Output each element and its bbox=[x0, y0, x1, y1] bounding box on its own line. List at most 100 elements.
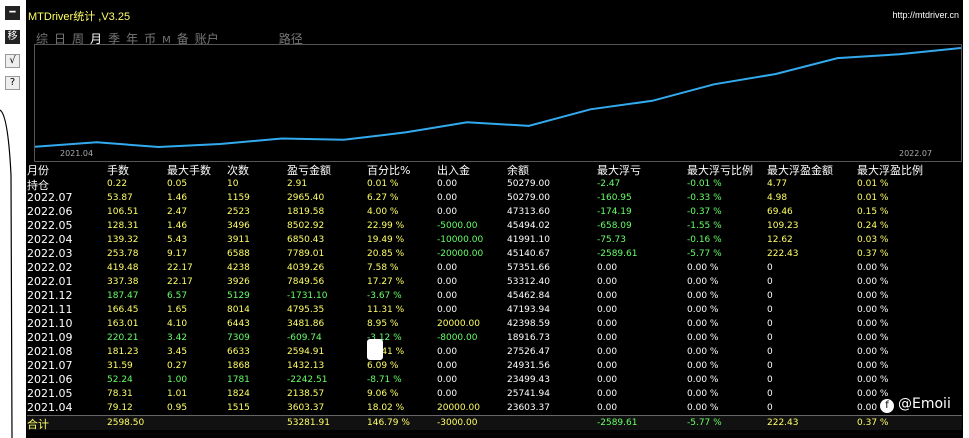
table-cell: 0.00 bbox=[437, 207, 458, 217]
table-cell: 4.98 bbox=[767, 193, 788, 203]
row-label: 2022.05 bbox=[27, 219, 73, 232]
website-link[interactable]: http://mtdriver.cn bbox=[892, 10, 959, 20]
table-cell: 222.43 bbox=[767, 249, 799, 259]
table-cell: -3000.00 bbox=[437, 418, 478, 428]
table-cell: 0.01 % bbox=[857, 179, 889, 189]
row-label: 2021.07 bbox=[27, 359, 73, 372]
table-cell: 19.49 % bbox=[367, 235, 405, 245]
table-cell: 0.00 bbox=[597, 263, 618, 273]
table-cell: 52.24 bbox=[107, 375, 133, 385]
table-cell: -8000.00 bbox=[437, 333, 478, 343]
table-cell: 18916.73 bbox=[507, 333, 550, 343]
table-cell: 0 bbox=[767, 347, 773, 357]
minimize-button[interactable]: ━ bbox=[5, 6, 20, 20]
column-header[interactable]: 盈亏金额 bbox=[287, 162, 331, 178]
table-cell: 0.15 % bbox=[857, 207, 889, 217]
table-row: 2022.02 419.48 22.17 4238 4039.26 7.58 % 0.00 5… bbox=[27, 261, 962, 275]
table-cell: 0.00 % bbox=[687, 347, 719, 357]
background-chart-line bbox=[0, 109, 13, 438]
table-cell: 0.00 % bbox=[687, 277, 719, 287]
table-cell: 6.27 % bbox=[367, 193, 399, 203]
table-cell: 25741.94 bbox=[507, 389, 550, 399]
table-cell: 5.43 bbox=[167, 235, 188, 245]
row-label: 2022.03 bbox=[27, 247, 73, 260]
table-cell: 47313.60 bbox=[507, 207, 550, 217]
table-cell: 0.00 % bbox=[687, 375, 719, 385]
table-cell: -5.77 % bbox=[687, 418, 722, 428]
table-cell: 187.47 bbox=[107, 291, 139, 301]
table-cell: 0.00 % bbox=[857, 277, 889, 287]
column-header[interactable]: 次数 bbox=[227, 162, 249, 178]
table-cell: 24931.56 bbox=[507, 361, 550, 371]
table-cell: 8014 bbox=[227, 305, 250, 315]
column-header[interactable]: 最大浮盈比例 bbox=[857, 162, 923, 178]
column-header[interactable]: 月份 bbox=[27, 162, 49, 178]
table-row: 2021.11 166.45 1.65 8014 4795.35 11.31 % 0.00 4… bbox=[27, 303, 962, 317]
table-cell: 3481.86 bbox=[287, 319, 325, 329]
row-label: 2021.08 bbox=[27, 345, 73, 358]
table-row: 2021.05 78.31 1.01 1824 2138.57 9.06 % 0.00 257… bbox=[27, 387, 962, 401]
table-cell: 6850.43 bbox=[287, 235, 325, 245]
table-cell: 0.00 % bbox=[687, 319, 719, 329]
table-cell: 419.48 bbox=[107, 263, 139, 273]
table-cell: 27526.47 bbox=[507, 347, 550, 357]
table-cell: 253.78 bbox=[107, 249, 139, 259]
row-label: 2021.06 bbox=[27, 373, 73, 386]
column-header[interactable]: 最大浮亏 bbox=[597, 162, 641, 178]
table-cell: 3.42 bbox=[167, 333, 188, 343]
column-header[interactable]: 手数 bbox=[107, 162, 129, 178]
table-cell: 22.99 % bbox=[367, 221, 405, 231]
row-label: 2021.12 bbox=[27, 289, 73, 302]
table-cell: 0.00 bbox=[597, 389, 618, 399]
table-cell: 6.57 bbox=[167, 291, 188, 301]
table-cell: 337.38 bbox=[107, 277, 139, 287]
table-cell: 0.00 bbox=[437, 361, 458, 371]
table-cell: -10000.00 bbox=[437, 235, 484, 245]
table-cell: 6443 bbox=[227, 319, 250, 329]
table-cell: 0.00 bbox=[437, 179, 458, 189]
table-cell: 45140.67 bbox=[507, 249, 550, 259]
table-cell: 1432.13 bbox=[287, 361, 325, 371]
table-cell: 0 bbox=[767, 319, 773, 329]
column-header[interactable]: 最大手数 bbox=[167, 162, 211, 178]
table-cell: 0.05 bbox=[167, 179, 188, 189]
table-cell: 0 bbox=[767, 389, 773, 399]
table-cell: -20000.00 bbox=[437, 249, 484, 259]
table-cell: -2589.61 bbox=[597, 418, 638, 428]
table-cell: 2965.40 bbox=[287, 193, 325, 203]
column-header[interactable]: 最大浮盈金额 bbox=[767, 162, 833, 178]
table-cell: -5000.00 bbox=[437, 221, 478, 231]
table-cell: 11.31 % bbox=[367, 305, 405, 315]
table-cell: 0.00 bbox=[597, 277, 618, 287]
table-row: 2022.01 337.38 22.17 3926 7849.56 17.27 % 0.00… bbox=[27, 275, 962, 289]
table-cell: 50279.00 bbox=[507, 193, 550, 203]
table-cell: 18.02 % bbox=[367, 403, 405, 413]
table-cell: 128.31 bbox=[107, 221, 139, 231]
table-row: 2021.08 181.23 3.45 6633 2594.91 10.41 % 0.00 2… bbox=[27, 345, 962, 359]
table-cell: -160.95 bbox=[597, 193, 632, 203]
column-header[interactable]: 出入金 bbox=[437, 162, 470, 178]
table-row: 2021.09 220.21 3.42 7309 -609.74 -3.12 % -8000… bbox=[27, 331, 962, 345]
column-header[interactable]: 最大浮亏比例 bbox=[687, 162, 753, 178]
table-cell: 0.00 bbox=[597, 403, 618, 413]
table-cell: 9.17 bbox=[167, 249, 188, 259]
table-cell: 1.46 bbox=[167, 221, 188, 231]
table-row: 2021.04 79.12 0.95 1515 3603.37 18.02 % 20000.… bbox=[27, 401, 962, 415]
move-button[interactable]: 移 bbox=[5, 30, 20, 44]
table-cell: 0.27 bbox=[167, 361, 188, 371]
table-cell: 2594.91 bbox=[287, 347, 325, 357]
row-label: 2022.02 bbox=[27, 261, 73, 274]
balance-series-line bbox=[35, 47, 961, 149]
table-cell: 0.00 bbox=[597, 291, 618, 301]
row-label: 2021.11 bbox=[27, 303, 73, 316]
column-header[interactable]: 余额 bbox=[507, 162, 529, 178]
table-cell: 0.00 bbox=[597, 333, 618, 343]
table-cell: 0.00 bbox=[597, 361, 618, 371]
table-cell: 23603.37 bbox=[507, 403, 550, 413]
table-cell: 0.00 bbox=[437, 375, 458, 385]
table-cell: 0.03 % bbox=[857, 235, 889, 245]
table-cell: 53281.91 bbox=[287, 418, 330, 428]
table-cell: 163.01 bbox=[107, 319, 139, 329]
column-header[interactable]: 百分比% bbox=[367, 162, 410, 178]
table-cell: 0 bbox=[767, 263, 773, 273]
